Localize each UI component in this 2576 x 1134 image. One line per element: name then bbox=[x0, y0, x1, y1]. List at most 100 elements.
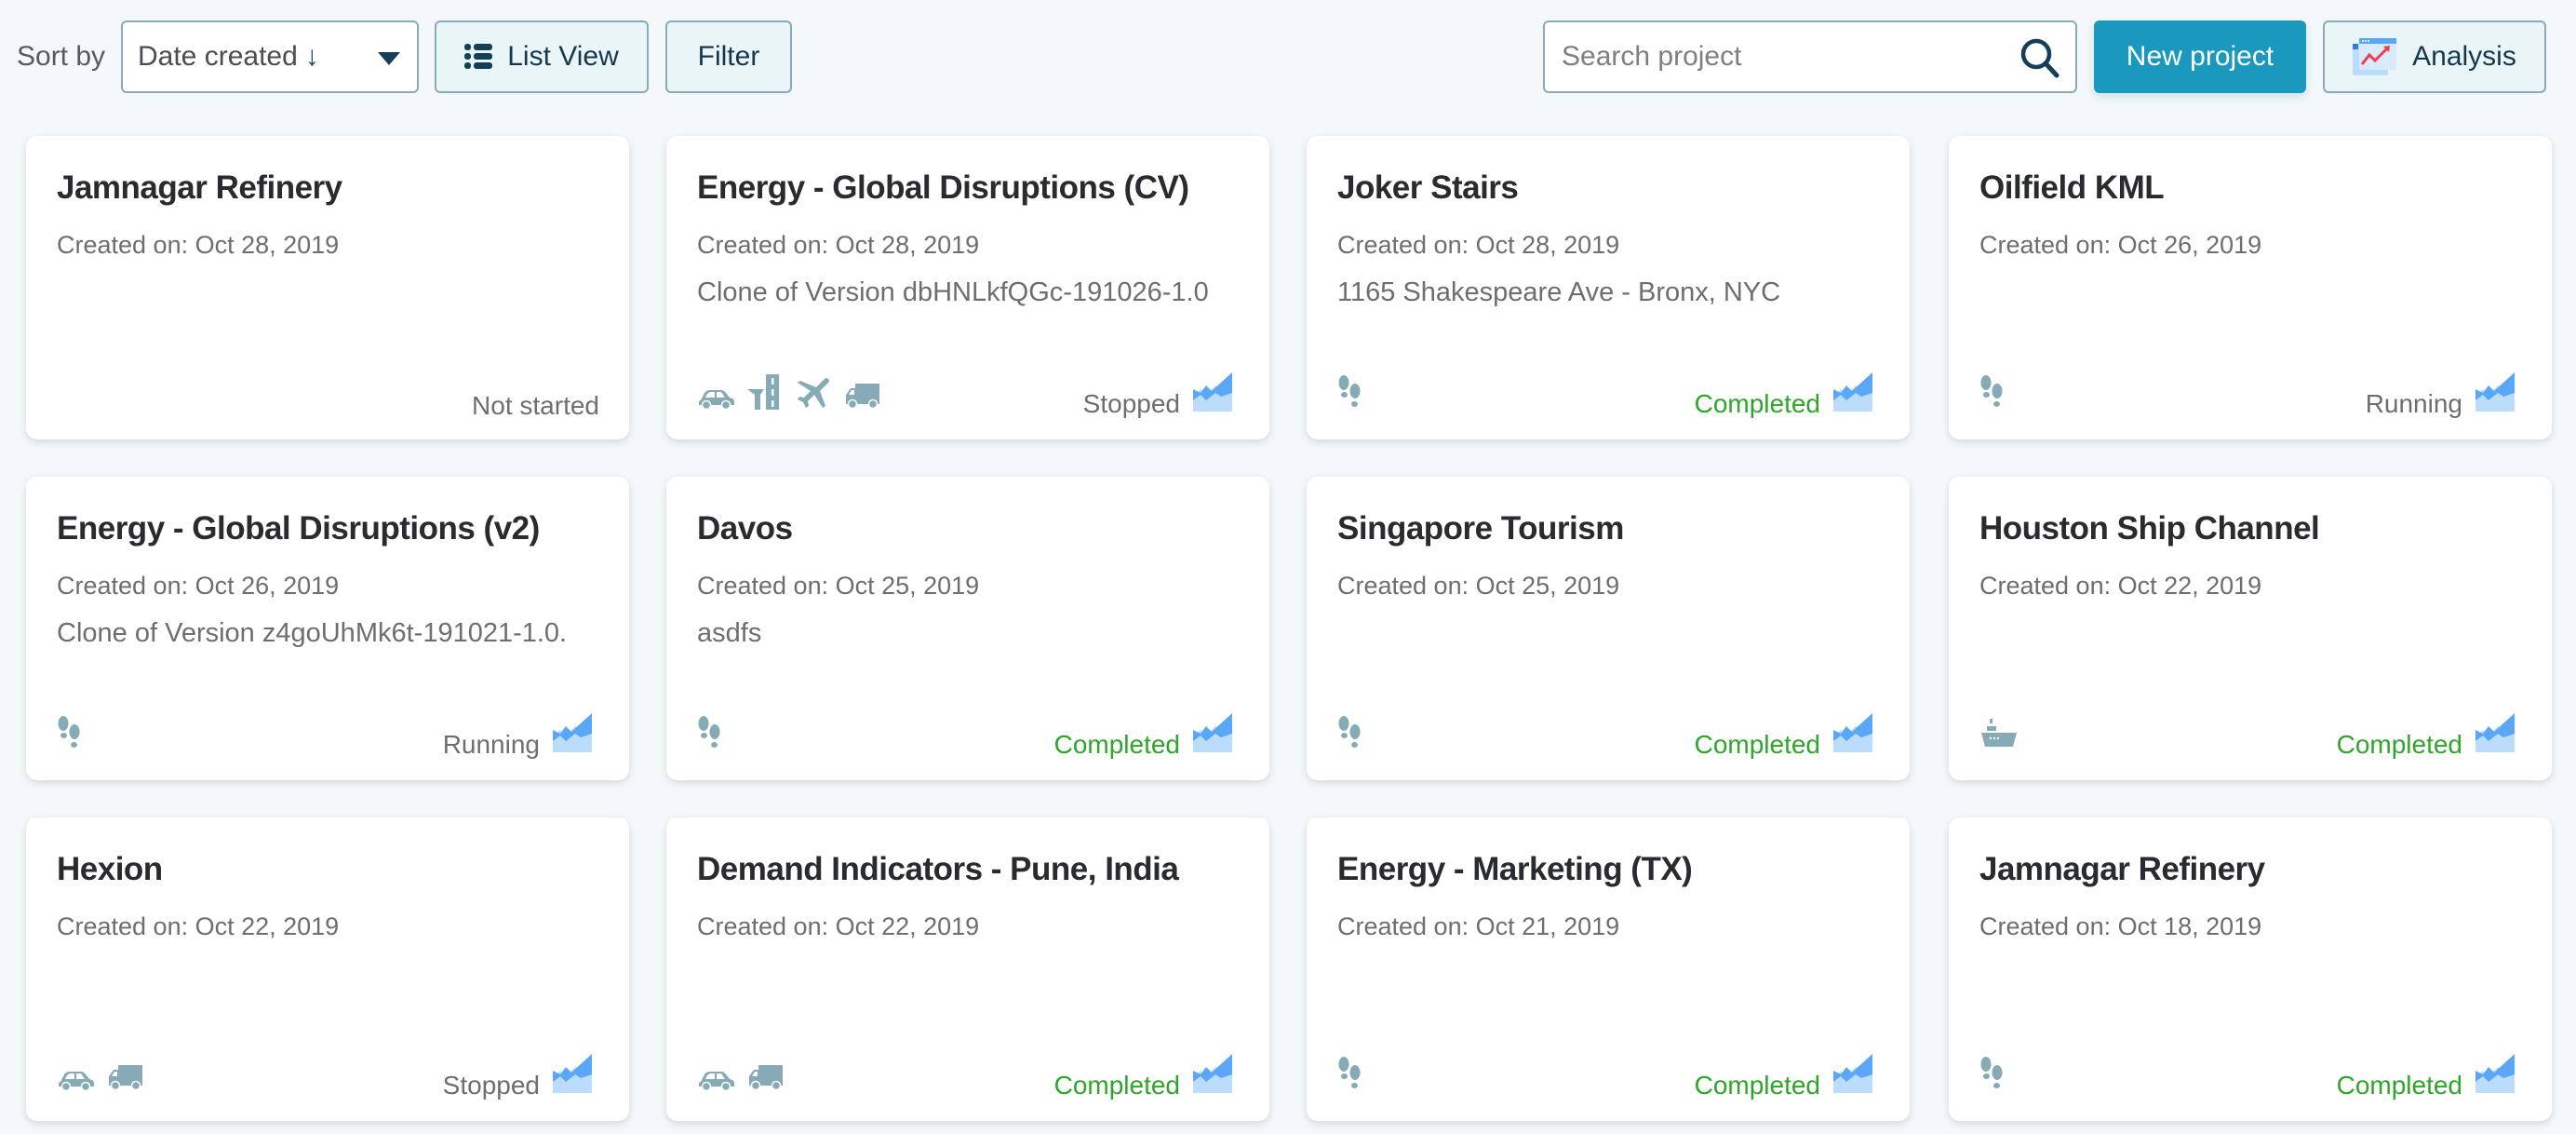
sort-direction-icon: ↓ bbox=[304, 41, 319, 72]
area-chart-icon[interactable] bbox=[1833, 372, 1872, 412]
truck-icon bbox=[749, 1065, 783, 1091]
status-badge: Stopped bbox=[1082, 389, 1180, 418]
project-title: Energy - Marketing (TX) bbox=[1337, 851, 1693, 887]
project-created-date: Created on: Oct 25, 2019 bbox=[697, 572, 980, 600]
car-icon bbox=[59, 1072, 94, 1091]
list-view-button[interactable]: List View bbox=[435, 20, 649, 93]
status-badge: Completed bbox=[1694, 1071, 1820, 1100]
plane-icon bbox=[798, 378, 829, 408]
area-chart-icon[interactable] bbox=[1193, 713, 1232, 752]
project-created-date: Created on: Oct 25, 2019 bbox=[1337, 572, 1620, 600]
status-badge: Running bbox=[442, 730, 540, 759]
project-card[interactable]: Oilfield KML Created on: Oct 26, 2019 Runn… bbox=[1949, 136, 2552, 439]
status-badge: Stopped bbox=[442, 1071, 540, 1100]
footprints-icon bbox=[58, 716, 80, 748]
project-title: Demand Indicators - Pune, India bbox=[697, 851, 1179, 887]
new-project-button[interactable]: New project bbox=[2094, 20, 2306, 93]
footprints-icon bbox=[1980, 1057, 2003, 1088]
status-badge: Completed bbox=[1053, 1071, 1180, 1100]
project-card[interactable]: Jamnagar Refinery Created on: Oct 18, 201… bbox=[1949, 817, 2552, 1121]
project-card[interactable]: Energy - Marketing (TX) Created on: Oct 2… bbox=[1307, 817, 1910, 1121]
project-created-date: Created on: Oct 26, 2019 bbox=[1979, 231, 2262, 259]
project-description: Clone of Version z4goUhMk6t-191021-1.0. bbox=[57, 618, 568, 648]
truck-icon bbox=[846, 384, 879, 410]
project-title: Energy - Global Disruptions (v2) bbox=[57, 510, 540, 547]
project-created-date: Created on: Oct 18, 2019 bbox=[1979, 912, 2262, 940]
status-badge: Completed bbox=[2336, 1071, 2462, 1100]
project-card[interactable]: Energy - Global Disruptions (v2) Created … bbox=[26, 477, 629, 780]
car-icon bbox=[699, 1072, 734, 1091]
data-source-icons bbox=[1979, 719, 2017, 750]
sort-dropdown[interactable]: Date created ↓ bbox=[121, 20, 419, 93]
area-chart-icon[interactable] bbox=[2475, 1054, 2515, 1093]
search-box bbox=[1543, 20, 2077, 93]
analysis-button[interactable]: Analysis bbox=[2323, 20, 2546, 93]
project-title: Jamnagar Refinery bbox=[1979, 851, 2265, 887]
data-source-icons bbox=[1337, 715, 1362, 750]
status-badge: Completed bbox=[1694, 730, 1820, 759]
footprints-icon bbox=[1338, 375, 1361, 407]
area-chart-icon[interactable] bbox=[1193, 372, 1232, 412]
data-source-icons bbox=[697, 1063, 785, 1091]
project-title: Singapore Tourism bbox=[1337, 510, 1624, 547]
filter-button[interactable]: Filter bbox=[665, 20, 792, 93]
project-title: Oilfield KML bbox=[1979, 169, 2165, 206]
data-source-icons bbox=[697, 374, 881, 410]
footprints-icon bbox=[1338, 716, 1361, 748]
car-icon bbox=[699, 390, 734, 410]
project-card[interactable]: Demand Indicators - Pune, India Created o… bbox=[666, 817, 1269, 1121]
search-input[interactable] bbox=[1545, 22, 1992, 91]
area-chart-icon[interactable] bbox=[2475, 713, 2515, 752]
project-description: Clone of Version dbHNLkfQGc-191026-1.0 bbox=[697, 277, 1209, 307]
project-created-date: Created on: Oct 22, 2019 bbox=[57, 912, 340, 940]
project-created-date: Created on: Oct 28, 2019 bbox=[1337, 231, 1620, 259]
data-source-icons bbox=[697, 715, 721, 750]
project-card[interactable]: Hexion Created on: Oct 22, 2019 Stopped bbox=[26, 817, 629, 1121]
area-chart-icon[interactable] bbox=[1833, 1054, 1872, 1093]
data-source-icons bbox=[1979, 374, 2004, 410]
data-source-icons bbox=[1979, 1056, 2004, 1091]
new-project-label: New project bbox=[2126, 41, 2274, 72]
project-description: asdfs bbox=[697, 618, 762, 648]
project-card[interactable]: Houston Ship Channel Created on: Oct 22, … bbox=[1949, 477, 2552, 780]
project-title: Jamnagar Refinery bbox=[57, 169, 342, 206]
project-card[interactable]: Jamnagar Refinery Created on: Oct 28, 201… bbox=[26, 136, 629, 439]
footprints-icon bbox=[698, 716, 720, 748]
data-source-icons bbox=[1337, 1056, 1362, 1091]
chevron-down-icon bbox=[378, 52, 400, 65]
project-created-date: Created on: Oct 28, 2019 bbox=[697, 231, 980, 259]
project-description: 1165 Shakespeare Ave - Bronx, NYC bbox=[1337, 277, 1781, 307]
filter-label: Filter bbox=[697, 41, 760, 72]
project-card[interactable]: Energy - Global Disruptions (CV) Created … bbox=[666, 136, 1269, 439]
analysis-chart-icon bbox=[2353, 38, 2397, 75]
area-chart-icon[interactable] bbox=[553, 713, 592, 752]
project-title: Joker Stairs bbox=[1337, 169, 1519, 206]
data-source-icons bbox=[57, 1063, 144, 1091]
data-source-icons bbox=[1337, 374, 1362, 410]
project-card[interactable]: Singapore Tourism Created on: Oct 25, 201… bbox=[1307, 477, 1910, 780]
project-created-date: Created on: Oct 22, 2019 bbox=[697, 912, 980, 940]
project-title: Davos bbox=[697, 510, 793, 547]
list-icon bbox=[464, 44, 493, 70]
area-chart-icon[interactable] bbox=[2475, 372, 2515, 412]
truck-icon bbox=[109, 1065, 142, 1091]
area-chart-icon[interactable] bbox=[553, 1054, 592, 1093]
project-title: Energy - Global Disruptions (CV) bbox=[697, 169, 1189, 206]
status-badge: Not started bbox=[472, 391, 599, 420]
search-icon[interactable] bbox=[2019, 37, 2060, 78]
footprints-icon bbox=[1980, 375, 2003, 407]
toolbar: Sort by Date created↓ List View Filter N… bbox=[0, 0, 2576, 112]
project-created-date: Created on: Oct 22, 2019 bbox=[1979, 572, 2262, 600]
area-chart-icon[interactable] bbox=[1193, 1054, 1232, 1093]
data-source-icons bbox=[57, 715, 81, 750]
ship-icon bbox=[1981, 719, 2017, 747]
project-created-date: Created on: Oct 21, 2019 bbox=[1337, 912, 1620, 940]
project-card[interactable]: Joker Stairs Created on: Oct 28, 2019 1165… bbox=[1307, 136, 1910, 439]
status-badge: Completed bbox=[1694, 389, 1820, 418]
analysis-label: Analysis bbox=[2412, 41, 2516, 72]
status-badge: Completed bbox=[2336, 730, 2462, 759]
project-title: Hexion bbox=[57, 851, 163, 887]
sort-value: Date created bbox=[138, 41, 298, 72]
project-card[interactable]: Davos Created on: Oct 25, 2019 asdfs Comple… bbox=[666, 477, 1269, 780]
area-chart-icon[interactable] bbox=[1833, 713, 1872, 752]
